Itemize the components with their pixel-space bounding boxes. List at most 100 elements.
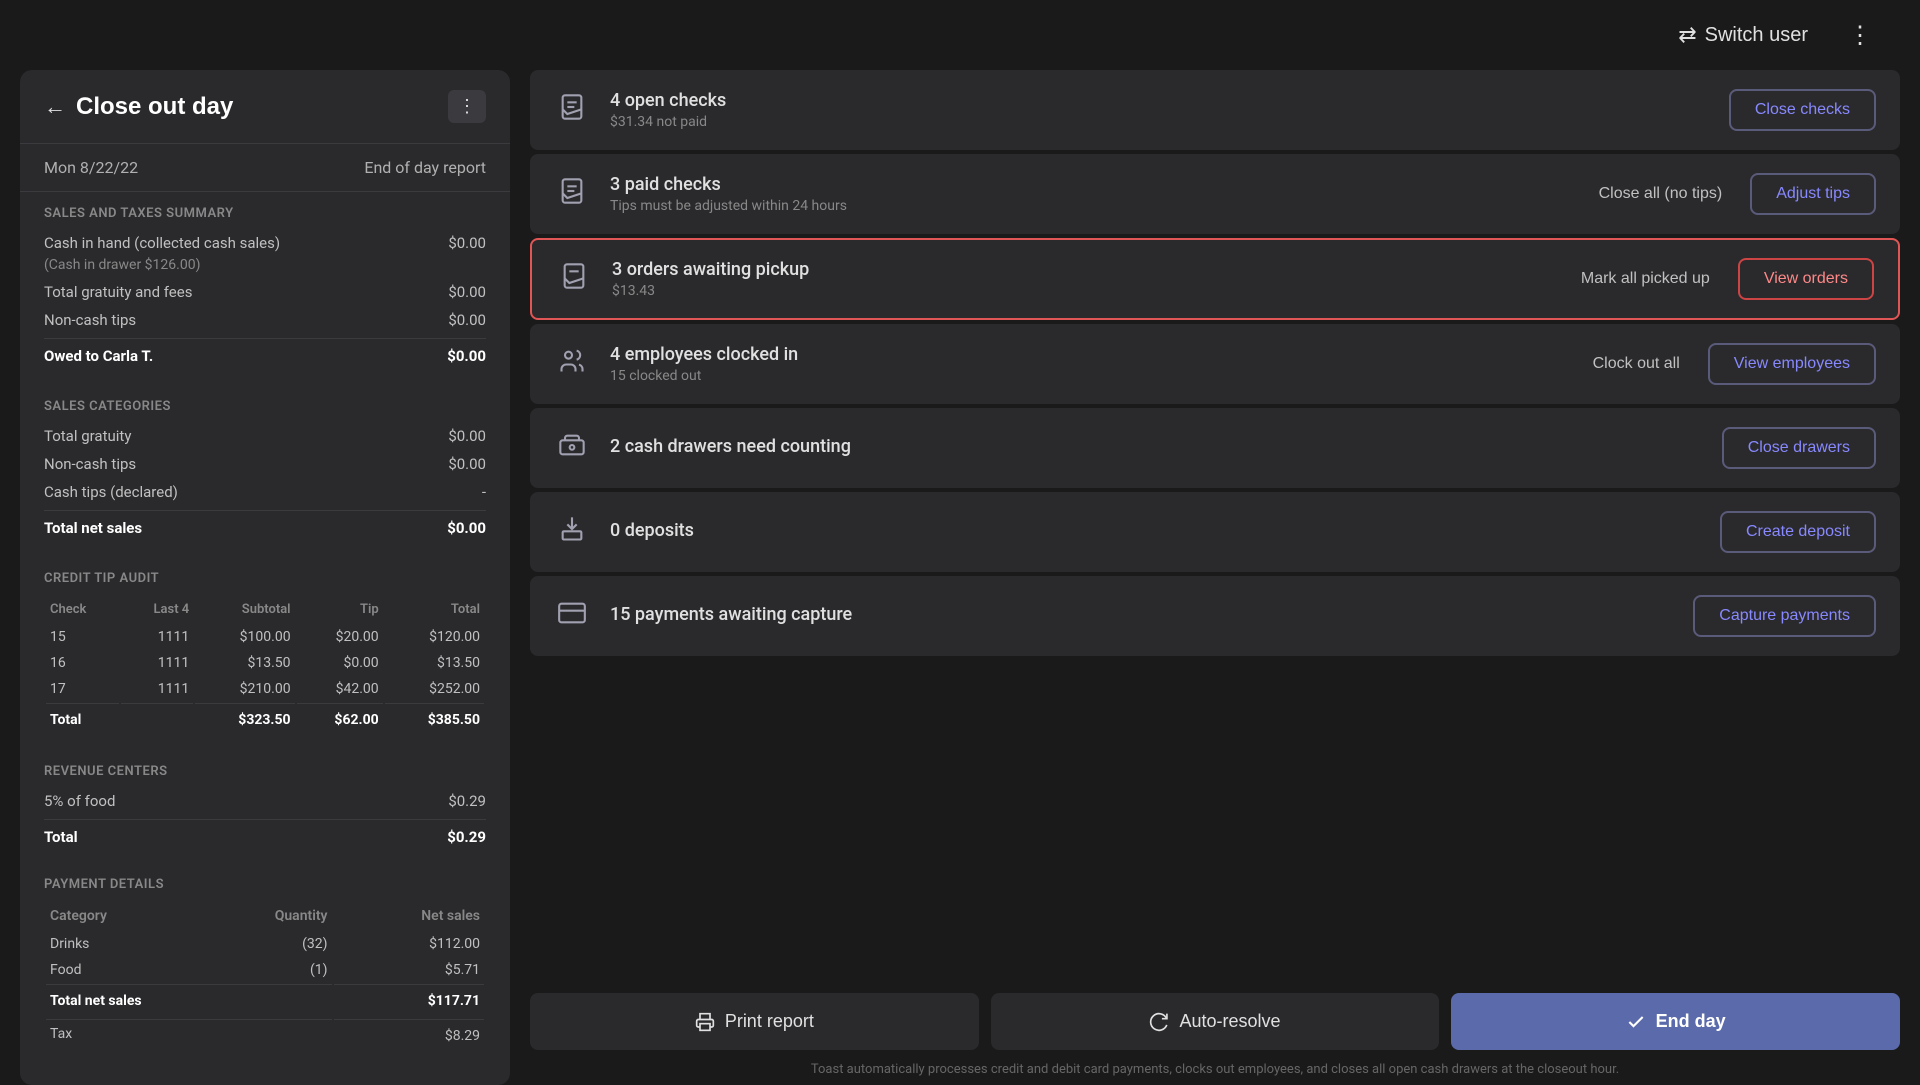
summary-row: Non-cash tips $0.00: [44, 306, 486, 334]
orders-awaiting-buttons: Mark all picked up View orders: [1565, 258, 1874, 300]
view-employees-button[interactable]: View employees: [1708, 343, 1876, 385]
credit-tip-audit-table: Check Last 4 Subtotal Tip Total 15 1111 …: [20, 594, 510, 738]
panel-title: Close out day: [76, 93, 233, 121]
owed-row: Owed to Carla T. $0.00: [44, 338, 486, 373]
summary-row: Total gratuity and fees $0.00: [44, 278, 486, 306]
orders-awaiting-subtitle: $13.43: [612, 283, 1545, 299]
summary-sub-row: (Cash in drawer $126.00): [44, 257, 486, 278]
close-checks-button[interactable]: Close checks: [1729, 89, 1876, 131]
capture-payments-button[interactable]: Capture payments: [1693, 595, 1876, 637]
deposits-icon: [554, 515, 590, 550]
cash-drawers-buttons: Close drawers: [1722, 427, 1876, 469]
date-row: Mon 8/22/22 End of day report: [20, 144, 510, 192]
date-label: Mon 8/22/22: [44, 158, 138, 177]
col-check: Check: [46, 596, 119, 623]
top-bar-actions: ⇄ Switch user ⋮: [1662, 13, 1880, 57]
payment-details-table: Category Quantity Net sales Drinks (32) …: [20, 900, 510, 1054]
view-orders-button[interactable]: View orders: [1738, 258, 1874, 300]
sales-taxes-header: SALES AND TAXES SUMMARY: [20, 192, 510, 229]
audit-row: 17 1111 $210.00 $42.00 $252.00: [46, 677, 484, 701]
revenue-row: 5% of food $0.29: [44, 787, 486, 815]
back-button[interactable]: ← Close out day: [44, 93, 233, 121]
revenue-centers-header: REVENUE CENTERS: [20, 750, 510, 787]
orders-awaiting-item: 3 orders awaiting pickup $13.43 Mark all…: [530, 238, 1900, 320]
sales-categories-header: SALES CATEGORIES: [20, 385, 510, 422]
checkmark-icon: [1626, 1012, 1646, 1032]
payments-capture-buttons: Capture payments: [1693, 595, 1876, 637]
auto-resolve-icon: [1149, 1012, 1169, 1032]
total-net-sales-row: Total net sales $0.00: [44, 510, 486, 545]
pay-col-netsales: Net sales: [334, 902, 484, 930]
switch-user-icon: ⇄: [1678, 22, 1696, 48]
deposits-buttons: Create deposit: [1720, 511, 1876, 553]
employees-buttons: Clock out all View employees: [1577, 343, 1876, 385]
more-options-icon[interactable]: ⋮: [1840, 13, 1880, 57]
employees-clocked-item: 4 employees clocked in 15 clocked out Cl…: [530, 324, 1900, 404]
auto-resolve-button[interactable]: Auto-resolve: [991, 993, 1440, 1050]
card-payment-icon: [554, 599, 590, 634]
sales-taxes-table: Cash in hand (collected cash sales) $0.0…: [20, 229, 510, 373]
payments-capture-item: 15 payments awaiting capture Capture pay…: [530, 576, 1900, 656]
credit-tip-audit-header: CREDIT TIP AUDIT: [20, 557, 510, 594]
cash-drawers-item: 2 cash drawers need counting Close drawe…: [530, 408, 1900, 488]
switch-user-label: Switch user: [1705, 24, 1808, 47]
top-bar: ⇄ Switch user ⋮: [0, 0, 1920, 70]
open-checks-info: 4 open checks $31.34 not paid: [610, 90, 1709, 130]
col-tip: Tip: [297, 596, 383, 623]
end-day-button[interactable]: End day: [1451, 993, 1900, 1050]
employees-info: 4 employees clocked in 15 clocked out: [610, 344, 1557, 384]
bottom-note: Toast automatically processes credit and…: [530, 1058, 1900, 1085]
print-report-button[interactable]: Print report: [530, 993, 979, 1050]
open-checks-item: 4 open checks $31.34 not paid Close chec…: [530, 70, 1900, 150]
bottom-section: Print report Auto-resolve End day Toast: [530, 993, 1900, 1085]
cash-drawer-icon: [554, 431, 590, 466]
cash-drawers-title: 2 cash drawers need counting: [610, 436, 1702, 457]
payment-row: Drinks (32) $112.00: [46, 932, 484, 956]
panel-menu-button[interactable]: ⋮: [448, 90, 486, 123]
deposits-info: 0 deposits: [610, 520, 1700, 544]
back-icon: ←: [44, 94, 66, 120]
create-deposit-button[interactable]: Create deposit: [1720, 511, 1876, 553]
pay-col-category: Category: [46, 902, 192, 930]
bottom-buttons: Print report Auto-resolve End day: [530, 993, 1900, 1050]
paid-checks-buttons: Close all (no tips) Adjust tips: [1583, 173, 1876, 215]
payments-capture-info: 15 payments awaiting capture: [610, 604, 1673, 628]
mark-all-picked-up-button[interactable]: Mark all picked up: [1565, 262, 1726, 296]
open-checks-buttons: Close checks: [1729, 89, 1876, 131]
audit-total-row: Total $323.50 $62.00 $385.50: [46, 703, 484, 736]
deposits-item: 0 deposits Create deposit: [530, 492, 1900, 572]
close-all-no-tips-button[interactable]: Close all (no tips): [1583, 177, 1739, 211]
summary-row: Cash tips (declared) -: [44, 478, 486, 506]
paid-checks-subtitle: Tips must be adjusted within 24 hours: [610, 198, 1563, 214]
sales-categories-table: Total gratuity $0.00 Non-cash tips $0.00…: [20, 422, 510, 545]
paid-checks-info: 3 paid checks Tips must be adjusted with…: [610, 174, 1563, 214]
summary-row: Cash in hand (collected cash sales) $0.0…: [44, 229, 486, 257]
open-checks-title: 4 open checks: [610, 90, 1709, 111]
summary-row: Non-cash tips $0.00: [44, 450, 486, 478]
col-subtotal: Subtotal: [195, 596, 294, 623]
adjust-tips-button[interactable]: Adjust tips: [1750, 173, 1876, 215]
col-total: Total: [385, 596, 484, 623]
close-drawers-button[interactable]: Close drawers: [1722, 427, 1876, 469]
receipt-paid-icon: [554, 177, 590, 212]
switch-user-button[interactable]: ⇄ Switch user: [1662, 14, 1824, 56]
end-of-day-report-label: End of day report: [364, 158, 486, 177]
pay-col-quantity: Quantity: [194, 902, 331, 930]
clock-out-all-button[interactable]: Clock out all: [1577, 347, 1696, 381]
summary-row: Total gratuity $0.00: [44, 422, 486, 450]
right-panel: 4 open checks $31.34 not paid Close chec…: [530, 70, 1900, 1085]
employees-icon: [554, 347, 590, 382]
payments-capture-title: 15 payments awaiting capture: [610, 604, 1673, 625]
open-checks-subtitle: $31.34 not paid: [610, 114, 1709, 130]
payment-details-header: PAYMENT DETAILS: [20, 863, 510, 900]
left-panel-header: ← Close out day ⋮: [20, 70, 510, 144]
revenue-centers-table: 5% of food $0.29 Total $0.29: [20, 787, 510, 851]
payment-total-row: Total net sales $117.71: [46, 984, 484, 1017]
main-layout: ← Close out day ⋮ Mon 8/22/22 End of day…: [0, 70, 1920, 1085]
receipt-icon: [554, 93, 590, 128]
orders-awaiting-info: 3 orders awaiting pickup $13.43: [612, 259, 1545, 299]
orders-awaiting-title: 3 orders awaiting pickup: [612, 259, 1545, 280]
auto-resolve-label: Auto-resolve: [1179, 1011, 1280, 1032]
action-items-list: 4 open checks $31.34 not paid Close chec…: [530, 70, 1900, 981]
print-icon: [695, 1012, 715, 1032]
